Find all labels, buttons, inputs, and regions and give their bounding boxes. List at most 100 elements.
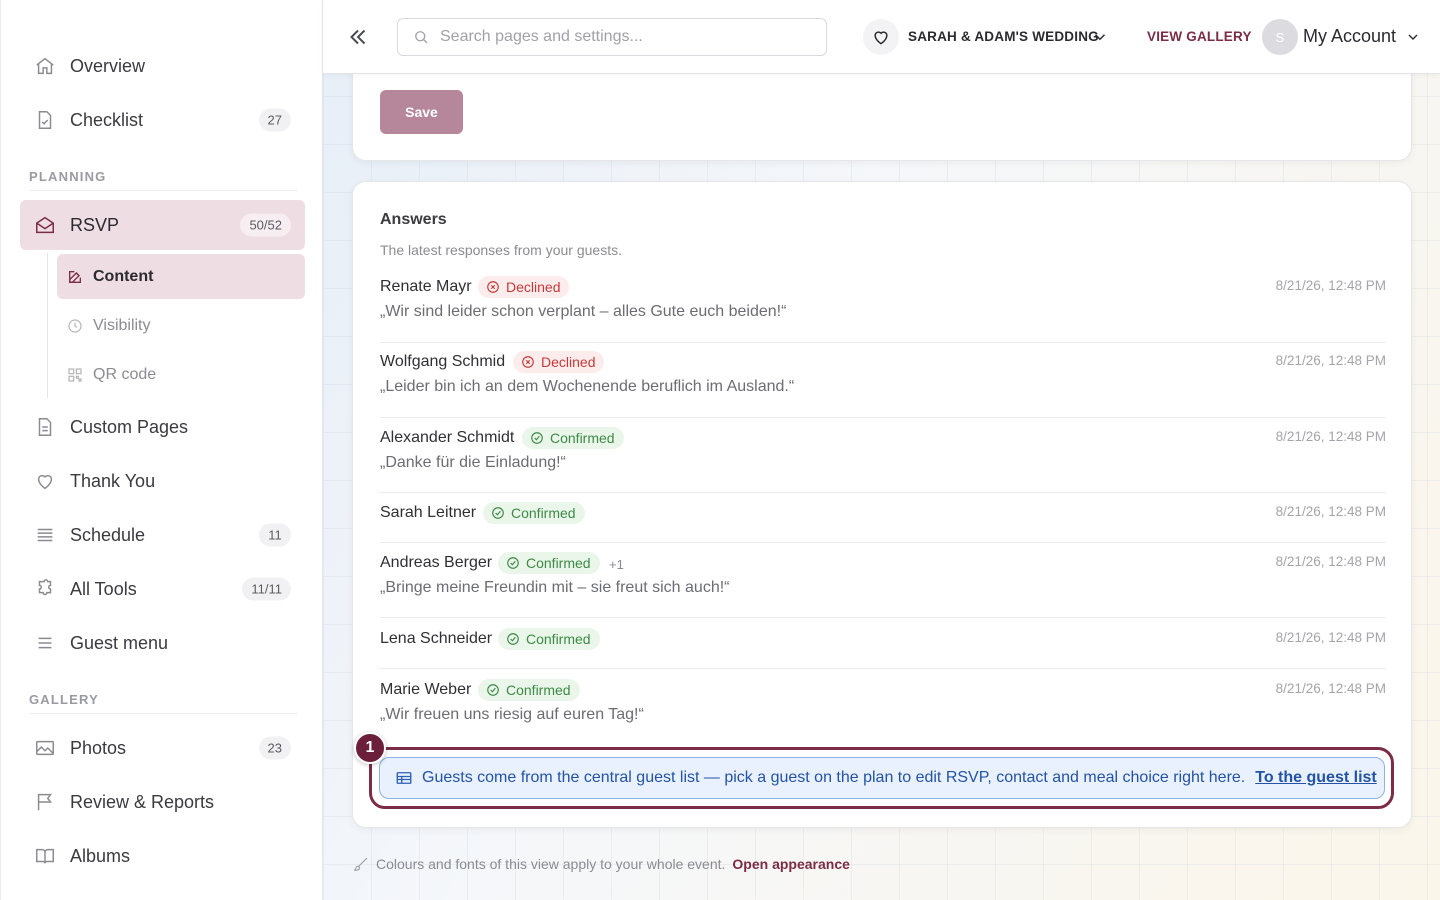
sidebar-subitem-label: Visibility	[93, 316, 151, 334]
answer-row[interactable]: Lena Schneider Confirmed 8/21/26, 12:48 …	[380, 623, 1386, 669]
guest-message: „Wir sind leider schon verplant – alles …	[380, 303, 787, 320]
timestamp: 8/21/26, 12:48 PM	[1275, 630, 1386, 645]
sidebar-item-thank-you[interactable]: Thank You	[20, 456, 305, 506]
view-gallery-link[interactable]: VIEW GALLERY	[1147, 29, 1252, 44]
guest-name: Lena Schneider	[380, 630, 493, 647]
save-button[interactable]: Save	[380, 90, 463, 134]
edit-icon	[67, 269, 83, 285]
open-appearance-link[interactable]: Open appearance	[732, 856, 850, 872]
sidebar-item-label: Guest menu	[70, 632, 169, 653]
answer-row[interactable]: Andreas Berger Confirmed +1 „Bringe mein…	[380, 547, 1386, 618]
status-badge: Confirmed	[498, 552, 600, 574]
answers-card: Answers The latest responses from your g…	[352, 181, 1412, 828]
flag-icon	[34, 791, 56, 813]
guest-message: „Leider bin ich an dem Wochenende berufl…	[380, 378, 795, 395]
sidebar-item-label: Albums	[70, 845, 131, 866]
status-label: Confirmed	[526, 631, 591, 647]
check-circle-icon	[506, 556, 520, 570]
answers-title: Answers	[380, 211, 447, 228]
search-input[interactable]	[440, 28, 800, 46]
sidebar-item-label: RSVP	[70, 214, 120, 235]
guest-message: „Bringe meine Freundin mit – sie freut s…	[380, 579, 730, 596]
status-label: Confirmed	[511, 505, 576, 521]
sidebar-item-label: Overview	[70, 55, 146, 76]
answer-row[interactable]: Marie Weber Confirmed „Wir freuen uns ri…	[380, 673, 1386, 733]
sidebar-item-overview[interactable]: Overview	[20, 41, 305, 91]
book-open-icon	[34, 845, 56, 867]
sidebar-item-label: All Tools	[70, 578, 137, 599]
guest-message: „Danke für die Einladung!“	[380, 454, 566, 471]
answer-row[interactable]: Alexander Schmidt Confirmed „Danke für d…	[380, 422, 1386, 493]
appearance-note: Colours and fonts of this view apply to …	[352, 855, 850, 873]
timestamp: 8/21/26, 12:48 PM	[1275, 681, 1386, 696]
check-circle-icon	[486, 683, 500, 697]
clock-icon	[67, 318, 83, 334]
heart-icon	[34, 470, 56, 492]
search-field[interactable]	[397, 18, 827, 56]
section-title-planning: PLANNING	[29, 169, 107, 184]
sidebar-item-label: Thank You	[70, 470, 156, 491]
sidebar-item-albums[interactable]: Albums	[20, 831, 305, 881]
guest-name: Renate Mayr	[380, 278, 472, 295]
sidebar-subitem-content[interactable]: Content	[57, 254, 305, 299]
event-switcher[interactable]: SARAH & ADAM'S WEDDING	[908, 29, 1099, 44]
status-label: Confirmed	[506, 682, 571, 698]
table-icon	[395, 769, 413, 787]
answer-row[interactable]: Sarah Leitner Confirmed 8/21/26, 12:48 P…	[380, 497, 1386, 543]
home-icon	[34, 55, 56, 77]
status-badge: Declined	[478, 276, 570, 298]
check-circle-icon	[491, 506, 505, 520]
chevron-down-icon[interactable]	[1405, 29, 1421, 50]
status-badge: Declined	[513, 351, 605, 373]
x-circle-icon	[521, 355, 535, 369]
account-menu[interactable]: My Account	[1303, 26, 1396, 47]
event-heart-icon	[863, 19, 899, 55]
search-icon	[412, 28, 430, 46]
guest-list-link[interactable]: To the guest list	[1255, 769, 1376, 787]
sidebar-item-custom-pages[interactable]: Custom Pages	[20, 402, 305, 452]
divider	[29, 713, 297, 714]
sidebar-item-checklist[interactable]: Checklist 27	[20, 95, 305, 145]
schedule-list-icon	[34, 524, 56, 546]
status-badge: Confirmed	[478, 679, 580, 701]
sidebar-item-label: Checklist	[70, 109, 144, 130]
sidebar-item-all-tools[interactable]: All Tools 11/11	[20, 564, 305, 614]
sidebar-item-label: Review & Reports	[70, 791, 215, 812]
avatar[interactable]: S	[1262, 19, 1298, 55]
sidebar-item-rsvp[interactable]: RSVP 50/52	[20, 200, 305, 250]
count-badge: 27	[258, 108, 291, 132]
submenu-rail	[47, 253, 48, 398]
status-badge: Confirmed	[498, 628, 600, 650]
plus-one-label: +1	[609, 557, 624, 572]
appearance-note-text: Colours and fonts of this view apply to …	[376, 856, 726, 872]
timestamp: 8/21/26, 12:48 PM	[1275, 278, 1386, 293]
sidebar-item-review-reports[interactable]: Review & Reports	[20, 777, 305, 827]
guest-list-info-banner: Guests come from the central guest list …	[379, 757, 1385, 799]
chevron-down-icon[interactable]	[1091, 28, 1109, 51]
answer-row[interactable]: Renate Mayr Declined „Wir sind leider sc…	[380, 272, 1386, 343]
checklist-icon	[34, 109, 56, 131]
answer-row[interactable]: Wolfgang Schmid Declined „Leider bin ich…	[380, 347, 1386, 418]
sidebar-subitem-qr-code[interactable]: QR code	[57, 352, 305, 397]
guest-name: Wolfgang Schmid	[380, 353, 506, 370]
count-badge: 50/52	[240, 213, 291, 237]
answers-subtitle: The latest responses from your guests.	[380, 242, 622, 258]
menu-lines-icon	[34, 632, 56, 654]
status-label: Declined	[541, 354, 596, 370]
sidebar-subitem-label: QR code	[93, 365, 157, 383]
divider	[29, 190, 297, 191]
collapse-sidebar-icon[interactable]	[345, 24, 371, 50]
sidebar-item-guest-menu[interactable]: Guest menu	[20, 618, 305, 668]
count-badge: 23	[258, 736, 291, 760]
sidebar-subitem-visibility[interactable]: Visibility	[57, 303, 305, 348]
image-icon	[34, 737, 56, 759]
status-badge: Confirmed	[483, 502, 585, 524]
qr-code-icon	[67, 367, 83, 383]
sidebar-item-schedule[interactable]: Schedule 11	[20, 510, 305, 560]
timestamp: 8/21/26, 12:48 PM	[1275, 554, 1386, 569]
sidebar-item-photos[interactable]: Photos 23	[20, 723, 305, 773]
puzzle-icon	[34, 578, 56, 600]
count-badge: 11	[259, 523, 291, 547]
guest-name: Sarah Leitner	[380, 504, 477, 521]
envelope-open-icon	[34, 214, 56, 236]
